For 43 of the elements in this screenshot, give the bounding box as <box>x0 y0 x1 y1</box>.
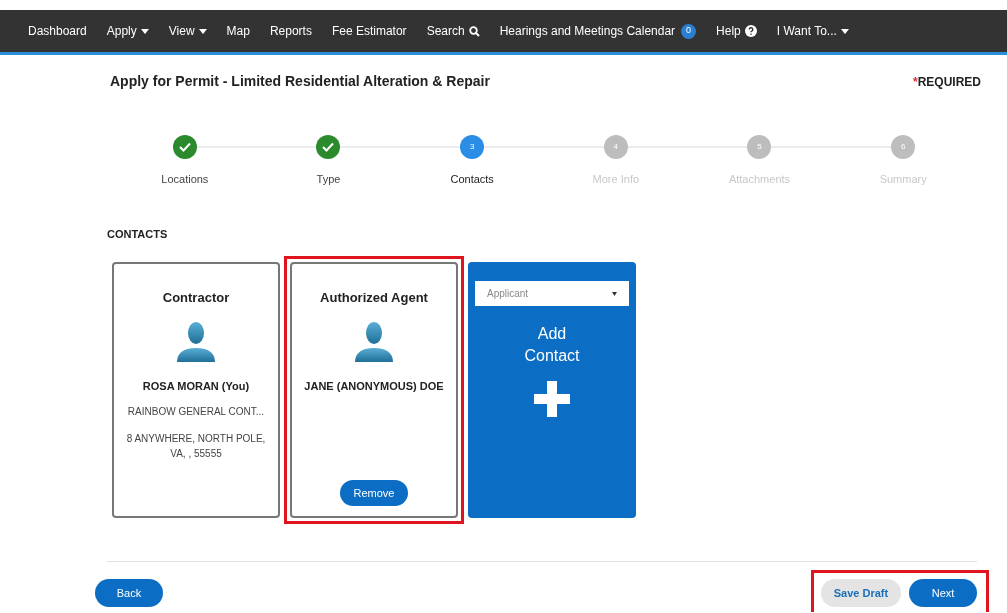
help-icon <box>744 25 757 37</box>
nav-link[interactable]: I Want To... <box>776 22 849 40</box>
contact-name: ROSA MORAN (You) <box>142 378 250 394</box>
nav-link[interactable]: Fee Estimator <box>331 22 407 40</box>
add-contact-card[interactable]: Applicant Add Contact <box>468 262 636 518</box>
save-draft-button[interactable]: Save Draft <box>821 579 901 607</box>
company-name: RAINBOW GENERAL CONT... <box>127 405 265 419</box>
contact-name: JANE (ANONYMOUS) DOE <box>304 378 444 394</box>
caret-icon <box>840 28 849 34</box>
nav-link[interactable]: Reports <box>269 22 312 40</box>
person-icon <box>174 319 218 364</box>
required-note: *REQUIRED <box>913 73 981 91</box>
check-icon <box>322 142 335 152</box>
section-title: CONTACTS <box>107 226 168 242</box>
search-icon <box>468 25 480 37</box>
nav-link[interactable]: Apply <box>106 22 149 40</box>
contact-address: 8 ANYWHERE, NORTH POLE, VA, , 55555 <box>125 432 267 461</box>
next-button[interactable]: Next <box>909 579 977 607</box>
caret-icon <box>198 28 207 34</box>
count-badge: 0 <box>681 23 697 39</box>
remove-button[interactable]: Remove <box>340 480 408 506</box>
step-label[interactable]: Contacts <box>450 171 494 188</box>
nav-link[interactable]: View <box>168 22 207 40</box>
nav-link[interactable]: Dashboard <box>28 22 87 40</box>
contact-card[interactable]: Authorized Agent JANE (ANONYMOUS) DOE Remove <box>290 262 458 518</box>
page-title: Apply for Permit - Limited Residential Alteration & Repair <box>110 72 490 91</box>
caret-icon <box>612 291 617 296</box>
step-label[interactable]: Locations <box>161 171 209 188</box>
plus-icon <box>534 381 570 417</box>
card-title: Contractor <box>162 289 230 307</box>
person-icon <box>352 319 396 364</box>
step-label[interactable]: Type <box>316 171 341 188</box>
check-icon <box>178 142 191 152</box>
back-button[interactable]: Back <box>95 579 163 607</box>
nav-link[interactable]: Map <box>226 22 250 40</box>
card-title: Authorized Agent <box>320 289 428 307</box>
caret-icon <box>140 28 149 34</box>
contact-card[interactable]: Contractor ROSA MORAN (You) RAINBOW GENERAL CONT... 8 ANYWHERE, NORTH POLE, VA, , 55555 <box>112 262 280 518</box>
nav-link[interactable]: Search <box>426 22 480 40</box>
add-contact-label: Add Contact <box>523 324 581 366</box>
nav-link[interactable]: Hearings and Meetings Calendar 0 <box>499 22 697 40</box>
role-select[interactable]: Applicant <box>475 281 629 306</box>
nav-link[interactable]: Help <box>716 22 757 40</box>
